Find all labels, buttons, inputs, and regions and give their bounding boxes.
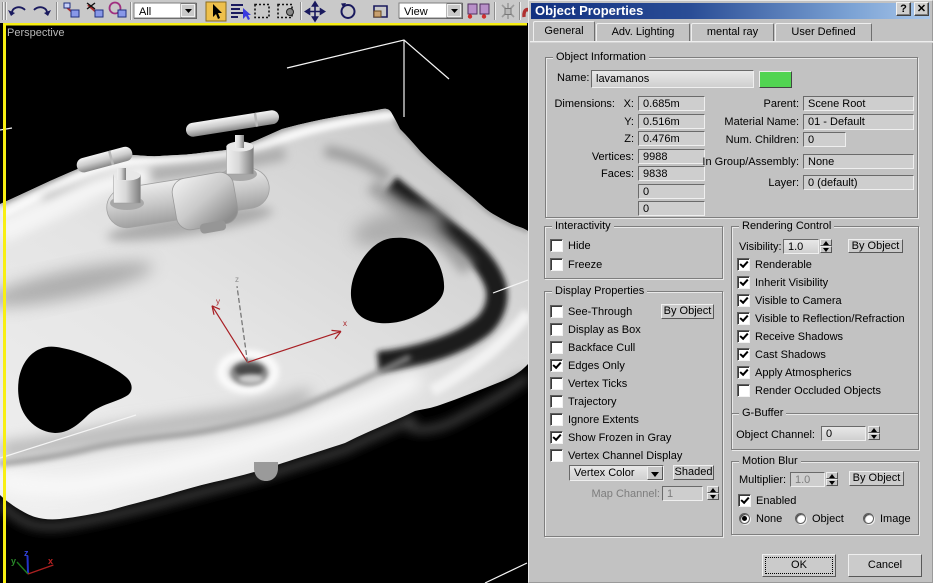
svg-text:All: All: [139, 6, 151, 18]
svg-text:x: x: [48, 556, 53, 566]
svg-text:x: x: [343, 319, 347, 328]
svg-text:z: z: [235, 275, 239, 284]
svg-text:View: View: [404, 6, 428, 18]
svg-text:y: y: [11, 556, 16, 566]
svg-text:y: y: [216, 297, 220, 306]
svg-text:z: z: [24, 548, 29, 558]
